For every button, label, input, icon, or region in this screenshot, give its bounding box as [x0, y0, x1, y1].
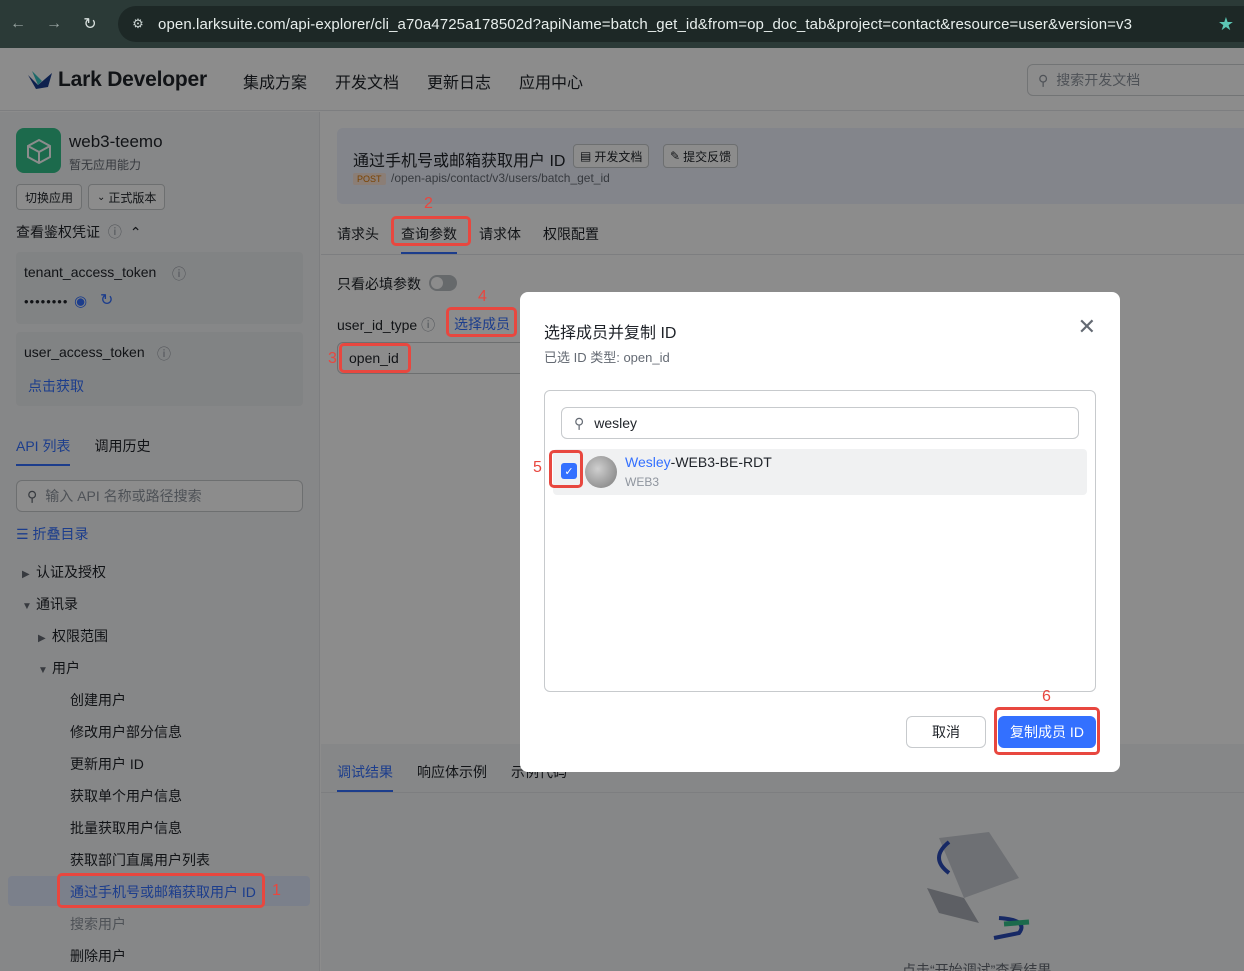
reload-icon[interactable]: ↻ — [72, 0, 108, 48]
member-department: WEB3 — [625, 475, 660, 489]
cancel-button[interactable]: 取消 — [906, 716, 986, 748]
modal-title: 选择成员并复制 ID — [544, 325, 677, 342]
member-picker: ⚲ wesley ✓ Wesley-WEB3-BE-RDT WEB3 — [544, 390, 1096, 692]
modal-subtitle: 已选 ID 类型: open_id — [544, 350, 670, 365]
avatar — [585, 456, 617, 488]
annotation-label-1: 1 — [272, 882, 281, 899]
member-name: Wesley-WEB3-BE-RDT — [625, 454, 772, 470]
close-icon[interactable]: ✕ — [1078, 316, 1096, 338]
annotation-box-1 — [57, 873, 265, 908]
annotation-box-6 — [994, 707, 1100, 755]
annotation-label-6: 6 — [1042, 688, 1051, 705]
member-search-value: wesley — [594, 415, 638, 431]
select-member-modal: 选择成员并复制 ID 已选 ID 类型: open_id ✕ ⚲ wesley … — [520, 292, 1120, 772]
url-text: open.larksuite.com/api-explorer/cli_a70a… — [158, 15, 1133, 33]
annotation-box-5 — [549, 450, 583, 488]
address-bar[interactable]: ⚙ open.larksuite.com/api-explorer/cli_a7… — [118, 6, 1244, 42]
member-result-row[interactable]: ✓ Wesley-WEB3-BE-RDT WEB3 — [553, 449, 1087, 495]
annotation-label-3: 3 — [328, 350, 337, 367]
forward-icon[interactable]: → — [36, 0, 72, 48]
site-settings-icon[interactable]: ⚙ — [130, 16, 146, 32]
search-icon: ⚲ — [574, 414, 585, 431]
annotation-box-2 — [391, 216, 471, 246]
browser-toolbar: ← → ↻ ⚙ open.larksuite.com/api-explorer/… — [0, 0, 1244, 48]
annotation-box-4 — [446, 307, 517, 337]
member-name-rest: -WEB3-BE-RDT — [670, 454, 772, 470]
member-name-highlight: Wesley — [625, 454, 671, 470]
back-icon[interactable]: ← — [0, 0, 36, 48]
annotation-label-5: 5 — [533, 459, 542, 476]
annotation-label-2: 2 — [424, 195, 433, 212]
member-search-input[interactable]: ⚲ wesley — [561, 407, 1079, 439]
annotation-box-3 — [339, 343, 411, 373]
bookmark-star-icon[interactable]: ★ — [1218, 14, 1234, 35]
annotation-label-4: 4 — [478, 288, 487, 305]
